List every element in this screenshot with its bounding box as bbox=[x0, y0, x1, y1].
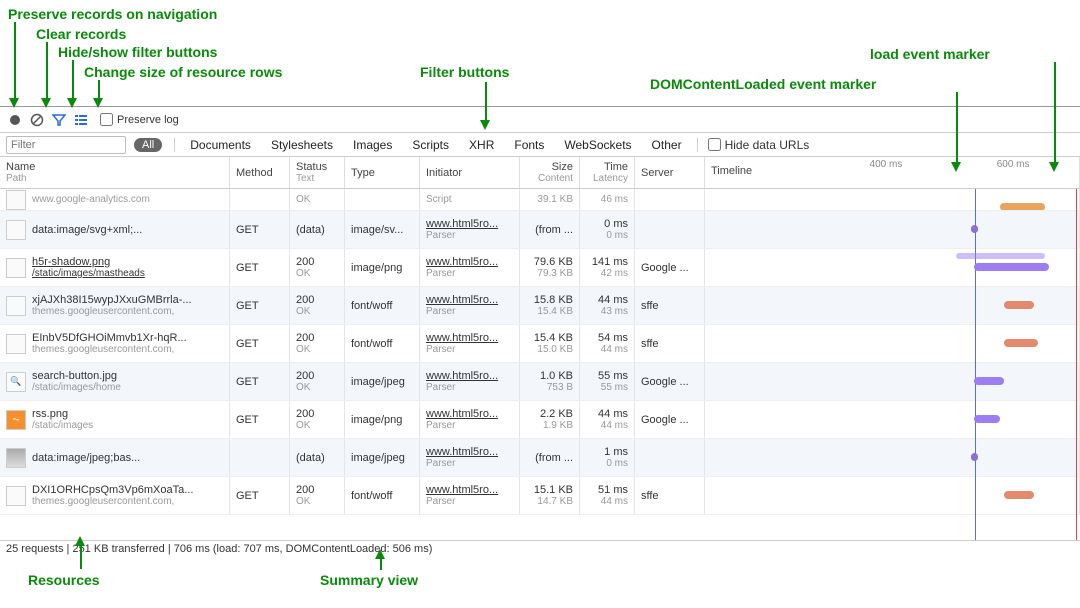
annot-load: load event marker bbox=[870, 46, 990, 62]
table-row[interactable]: www.google-analytics.com OK Script 39.1 … bbox=[0, 189, 1080, 211]
table-row[interactable]: xjAJXh38I15wypJXxuGMBrrla-...themes.goog… bbox=[0, 287, 1080, 325]
annot-filter-buttons: Filter buttons bbox=[420, 64, 509, 80]
record-icon[interactable] bbox=[6, 111, 24, 129]
table-row[interactable]: h5r-shadow.png/static/images/mastheads G… bbox=[0, 249, 1080, 287]
clear-icon[interactable] bbox=[28, 111, 46, 129]
table-row[interactable]: data:image/svg+xml;... GET (data) image/… bbox=[0, 211, 1080, 249]
filter-all-pill[interactable]: All bbox=[134, 138, 162, 152]
annot-clear: Clear records bbox=[36, 26, 126, 42]
filter-images[interactable]: Images bbox=[344, 138, 401, 152]
annot-preserve: Preserve records on navigation bbox=[8, 6, 217, 22]
table-row[interactable]: ⏦rss.png/static/images GET 200OK image/p… bbox=[0, 401, 1080, 439]
table-row[interactable]: DXI1ORHCpsQm3Vp6mXoaTa...themes.googleus… bbox=[0, 477, 1080, 515]
filter-other[interactable]: Other bbox=[643, 138, 691, 152]
summary-bar: 25 requests | 251 KB transferred | 706 m… bbox=[0, 540, 1080, 558]
request-rows: www.google-analytics.com OK Script 39.1 … bbox=[0, 189, 1080, 515]
table-row[interactable]: data:image/jpeg;bas... (data) image/jpeg… bbox=[0, 439, 1080, 477]
annot-resources: Resources bbox=[28, 572, 100, 588]
annot-summary: Summary view bbox=[320, 572, 418, 588]
annot-hide-filter: Hide/show filter buttons bbox=[58, 44, 217, 60]
filter-websockets[interactable]: WebSockets bbox=[555, 138, 640, 152]
filter-fonts[interactable]: Fonts bbox=[505, 138, 553, 152]
table-row[interactable]: 🔍search-button.jpg/static/images/home GE… bbox=[0, 363, 1080, 401]
annot-dcl: DOMContentLoaded event marker bbox=[650, 76, 876, 92]
filter-bar: All Documents Stylesheets Images Scripts… bbox=[0, 133, 1080, 157]
column-headers[interactable]: NamePath Method StatusText Type Initiato… bbox=[0, 157, 1080, 189]
hide-data-urls-checkbox[interactable]: Hide data URLs bbox=[708, 138, 810, 152]
filter-toggle-icon[interactable] bbox=[50, 111, 68, 129]
toolbar: Preserve log bbox=[0, 107, 1080, 133]
table-row[interactable]: EInbV5DfGHOiMmvb1Xr-hqR...themes.googleu… bbox=[0, 325, 1080, 363]
filter-documents[interactable]: Documents bbox=[181, 138, 260, 152]
row-size-icon[interactable] bbox=[72, 111, 90, 129]
filter-xhr[interactable]: XHR bbox=[460, 138, 503, 152]
preserve-log-checkbox[interactable]: Preserve log bbox=[100, 113, 179, 126]
filter-input[interactable] bbox=[6, 136, 126, 154]
network-panel: Preserve log All Documents Stylesheets I… bbox=[0, 106, 1080, 558]
filter-scripts[interactable]: Scripts bbox=[403, 138, 458, 152]
filter-stylesheets[interactable]: Stylesheets bbox=[262, 138, 342, 152]
annot-row-size: Change size of resource rows bbox=[84, 64, 282, 80]
